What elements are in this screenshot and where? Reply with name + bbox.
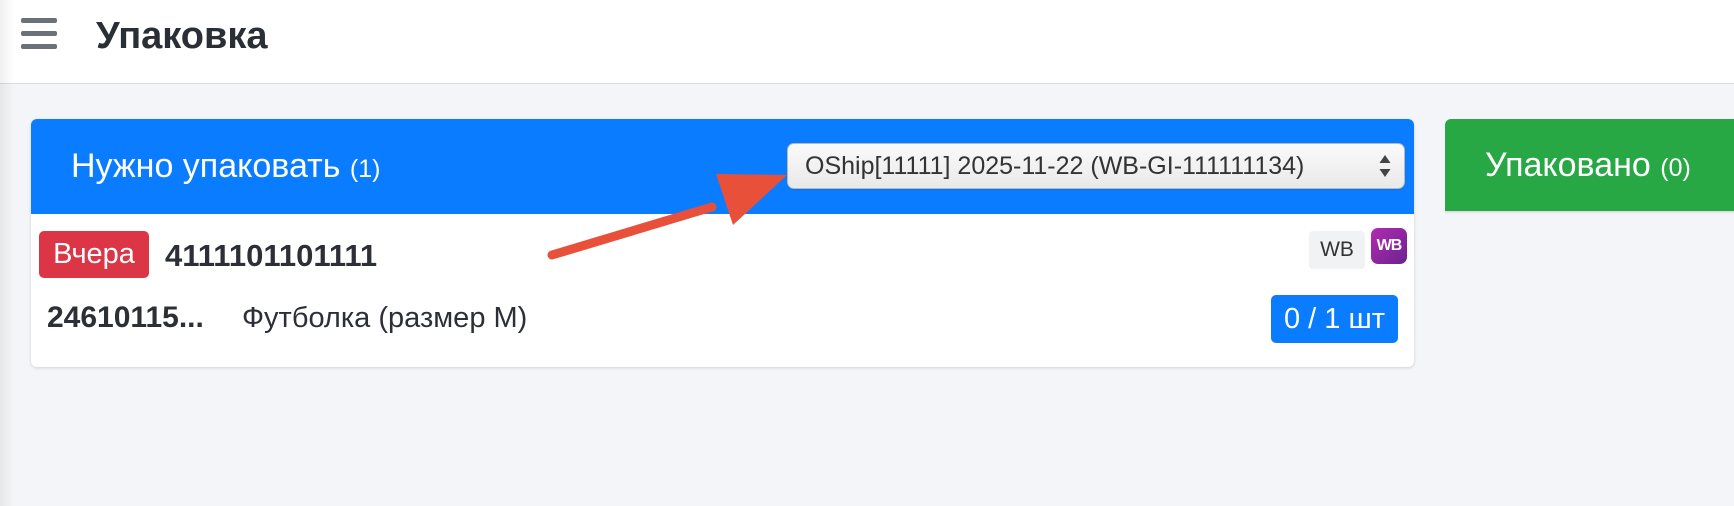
marketplace-tag: WB — [1309, 231, 1365, 269]
packing-page: Упаковка Нужно упаковать (1) OShip[11111… — [0, 0, 1734, 506]
to-pack-card: Нужно упаковать (1) OShip[11111] 2025-11… — [31, 119, 1414, 367]
to-pack-title: Нужно упаковать (1) — [71, 145, 380, 190]
item-sku: 24610115... — [47, 301, 204, 334]
page-title: Упаковка — [96, 15, 268, 57]
date-badge: Вчера — [39, 231, 149, 278]
sidebar-edge-shadow — [0, 0, 14, 506]
top-bar: Упаковка — [0, 0, 1734, 84]
to-pack-title-label: Нужно упаковать — [71, 147, 341, 185]
item-name: Футболка (размер M) — [242, 302, 528, 334]
shipment-select-value: OShip[11111] 2025-11-22 (WB-GI-111111134… — [805, 152, 1305, 180]
to-pack-count: (1) — [349, 155, 381, 183]
wildberries-logo-icon: WB — [1371, 228, 1407, 264]
packed-title: Упаковано (0) — [1485, 144, 1691, 189]
hamburger-menu-icon[interactable] — [21, 18, 57, 52]
item-quantity-badge[interactable]: 0 / 1 шт — [1271, 295, 1398, 343]
order-number: 4111101101111 — [165, 238, 378, 273]
to-pack-card-header: Нужно упаковать (1) OShip[11111] 2025-11… — [31, 119, 1414, 214]
packed-title-label: Упаковано — [1485, 146, 1651, 184]
order-row[interactable]: Вчера 4111101101111 WB WB — [31, 214, 1414, 286]
packed-card-shadow — [1445, 211, 1734, 214]
shipment-select[interactable]: OShip[11111] 2025-11-22 (WB-GI-111111134… — [787, 143, 1405, 189]
packed-card-header[interactable]: Упаковано (0) — [1445, 119, 1734, 211]
select-updown-icon — [1379, 155, 1391, 177]
packed-count: (0) — [1660, 154, 1691, 182]
order-item-row[interactable]: 24610115... Футболка (размер M) 0 / 1 шт — [31, 286, 1414, 367]
